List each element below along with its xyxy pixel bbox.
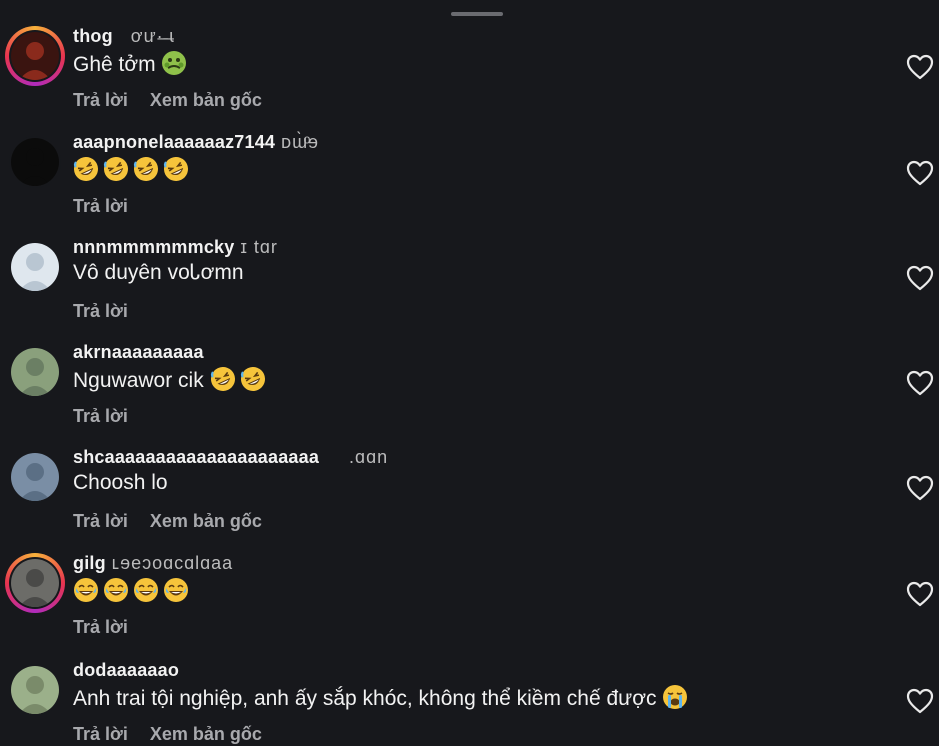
comment-actions: Trả lời Xem bản gốc	[73, 724, 284, 745]
comment-actions: Trả lời	[73, 196, 150, 217]
comment-item: thog ơư·̶ ̶ɩ Ghê tởm Trả lời Xem bản gốc	[0, 26, 939, 130]
comment-actions: Trả lời Xem bản gốc	[73, 511, 284, 532]
reply-button[interactable]: Trả lời	[73, 196, 128, 216]
comment-body: Ghê tởm	[73, 53, 156, 76]
comment-body: Choosh lo	[73, 471, 168, 494]
avatar-image	[11, 453, 59, 501]
reply-button[interactable]: Trả lời	[73, 724, 128, 744]
reply-button[interactable]: Trả lời	[73, 617, 128, 637]
comment-item: aaapnonelaaaaaaz7144 ᴅɯ̀ͦɘ Trả lời	[0, 132, 939, 236]
rofl-emoji-icon	[103, 156, 129, 182]
joy-emoji-icon	[163, 577, 189, 603]
see-original-button[interactable]: Xem bản gốc	[150, 511, 262, 531]
rofl-emoji-icon	[133, 156, 159, 182]
comment-username[interactable]: aaapnonelaaaaaaz7144 ᴅɯ̀ͦɘ	[73, 132, 319, 153]
avatar-image	[11, 32, 59, 80]
like-heart-icon[interactable]	[906, 688, 934, 714]
avatar[interactable]	[5, 660, 65, 720]
comment-text: Vô duyên voᏓơmn	[73, 261, 244, 285]
avatar-image	[11, 243, 59, 291]
comment-text: Ghê tởm	[73, 50, 191, 77]
see-original-button[interactable]: Xem bản gốc	[150, 90, 262, 110]
comment-actions: Trả lời	[73, 617, 150, 638]
loudly-crying-emoji-icon	[662, 684, 688, 710]
avatar-image	[11, 348, 59, 396]
comment-item: akrnaaaaaaaaa Nguwawor cik Trả lời	[0, 342, 939, 446]
username-obscured: .ɑɑn	[319, 447, 389, 467]
drag-handle[interactable]	[451, 12, 503, 16]
avatar-image	[11, 559, 59, 607]
like-heart-icon[interactable]	[906, 475, 934, 501]
comment-body: Vô duyên voᏓơmn	[73, 261, 244, 284]
username-text: shcaaaaaaaaaaaaaaaaaaaaa	[73, 447, 320, 467]
username-text: gilg	[73, 553, 106, 573]
avatar-image	[11, 666, 59, 714]
like-heart-icon[interactable]	[906, 54, 934, 80]
avatar[interactable]	[5, 26, 65, 86]
rofl-emoji-icon	[73, 156, 99, 182]
comment-text	[73, 156, 193, 183]
comment-username[interactable]: shcaaaaaaaaaaaaaaaaaaaaa .ɑɑn	[73, 447, 388, 468]
avatar[interactable]	[5, 237, 65, 297]
username-text: aaapnonelaaaaaaz7144	[73, 132, 276, 152]
comment-body: Nguwawor cik	[73, 369, 204, 392]
reply-button[interactable]: Trả lời	[73, 301, 128, 321]
comment-item: shcaaaaaaaaaaaaaaaaaaaaa .ɑɑn Choosh lo Tr…	[0, 447, 939, 551]
username-text: dodaaaaaao	[73, 660, 180, 680]
avatar-image	[11, 138, 59, 186]
comment-username[interactable]: dodaaaaaao	[73, 660, 179, 681]
username-obscured: ɪ tɑr	[234, 237, 278, 257]
username-text: thog	[73, 26, 113, 46]
comment-username[interactable]: nnnmmmmmmcky ɪ tɑr	[73, 237, 278, 258]
reply-button[interactable]: Trả lời	[73, 511, 128, 531]
comment-text: Choosh lo	[73, 471, 168, 495]
comment-text: Anh trai tội nghiệp, anh ấy sắp khóc, kh…	[73, 684, 692, 711]
avatar[interactable]	[5, 447, 65, 507]
comment-username[interactable]: gilg ʟɘeɔoɑcɑlɑaa	[73, 553, 233, 574]
nauseated-face-emoji-icon	[161, 50, 187, 76]
see-original-button[interactable]: Xem bản gốc	[150, 724, 262, 744]
like-heart-icon[interactable]	[906, 265, 934, 291]
comment-actions: Trả lời	[73, 301, 150, 322]
joy-emoji-icon	[103, 577, 129, 603]
like-heart-icon[interactable]	[906, 370, 934, 396]
username-obscured: ʟɘeɔoɑcɑlɑaa	[105, 553, 234, 573]
comment-text: Nguwawor cik	[73, 366, 270, 393]
comment-item: gilg ʟɘeɔoɑcɑlɑaa Trả lời	[0, 553, 939, 657]
comment-item: nnnmmmmmmcky ɪ tɑr Vô duyên voᏓơmn Trả lời	[0, 237, 939, 341]
joy-emoji-icon	[73, 577, 99, 603]
comment-actions: Trả lời	[73, 406, 150, 427]
comment-item: dodaaaaaao Anh trai tội nghiệp, anh ấy sắ…	[0, 660, 939, 746]
like-heart-icon[interactable]	[906, 160, 934, 186]
comment-body: Anh trai tội nghiệp, anh ấy sắp khóc, kh…	[73, 687, 657, 710]
comment-username[interactable]: thog ơư·̶ ̶ɩ	[73, 26, 175, 47]
rofl-emoji-icon	[163, 156, 189, 182]
like-heart-icon[interactable]	[906, 581, 934, 607]
username-text: akrnaaaaaaaaa	[73, 342, 204, 362]
avatar[interactable]	[5, 342, 65, 402]
reply-button[interactable]: Trả lời	[73, 90, 128, 110]
avatar[interactable]	[5, 553, 65, 613]
username-obscured: ᴅɯ̀ͦɘ	[275, 132, 320, 152]
comment-actions: Trả lời Xem bản gốc	[73, 90, 284, 111]
username-obscured: ơư·̶ ̶ɩ	[112, 26, 175, 46]
joy-emoji-icon	[133, 577, 159, 603]
comment-text	[73, 577, 193, 604]
rofl-emoji-icon	[210, 366, 236, 392]
username-text: nnnmmmmmmcky	[73, 237, 235, 257]
comment-username[interactable]: akrnaaaaaaaaa	[73, 342, 204, 363]
rofl-emoji-icon	[240, 366, 266, 392]
comments-sheet: thog ơư·̶ ̶ɩ Ghê tởm Trả lời Xem bản gốc aa…	[0, 0, 939, 746]
avatar[interactable]	[5, 132, 65, 192]
reply-button[interactable]: Trả lời	[73, 406, 128, 426]
